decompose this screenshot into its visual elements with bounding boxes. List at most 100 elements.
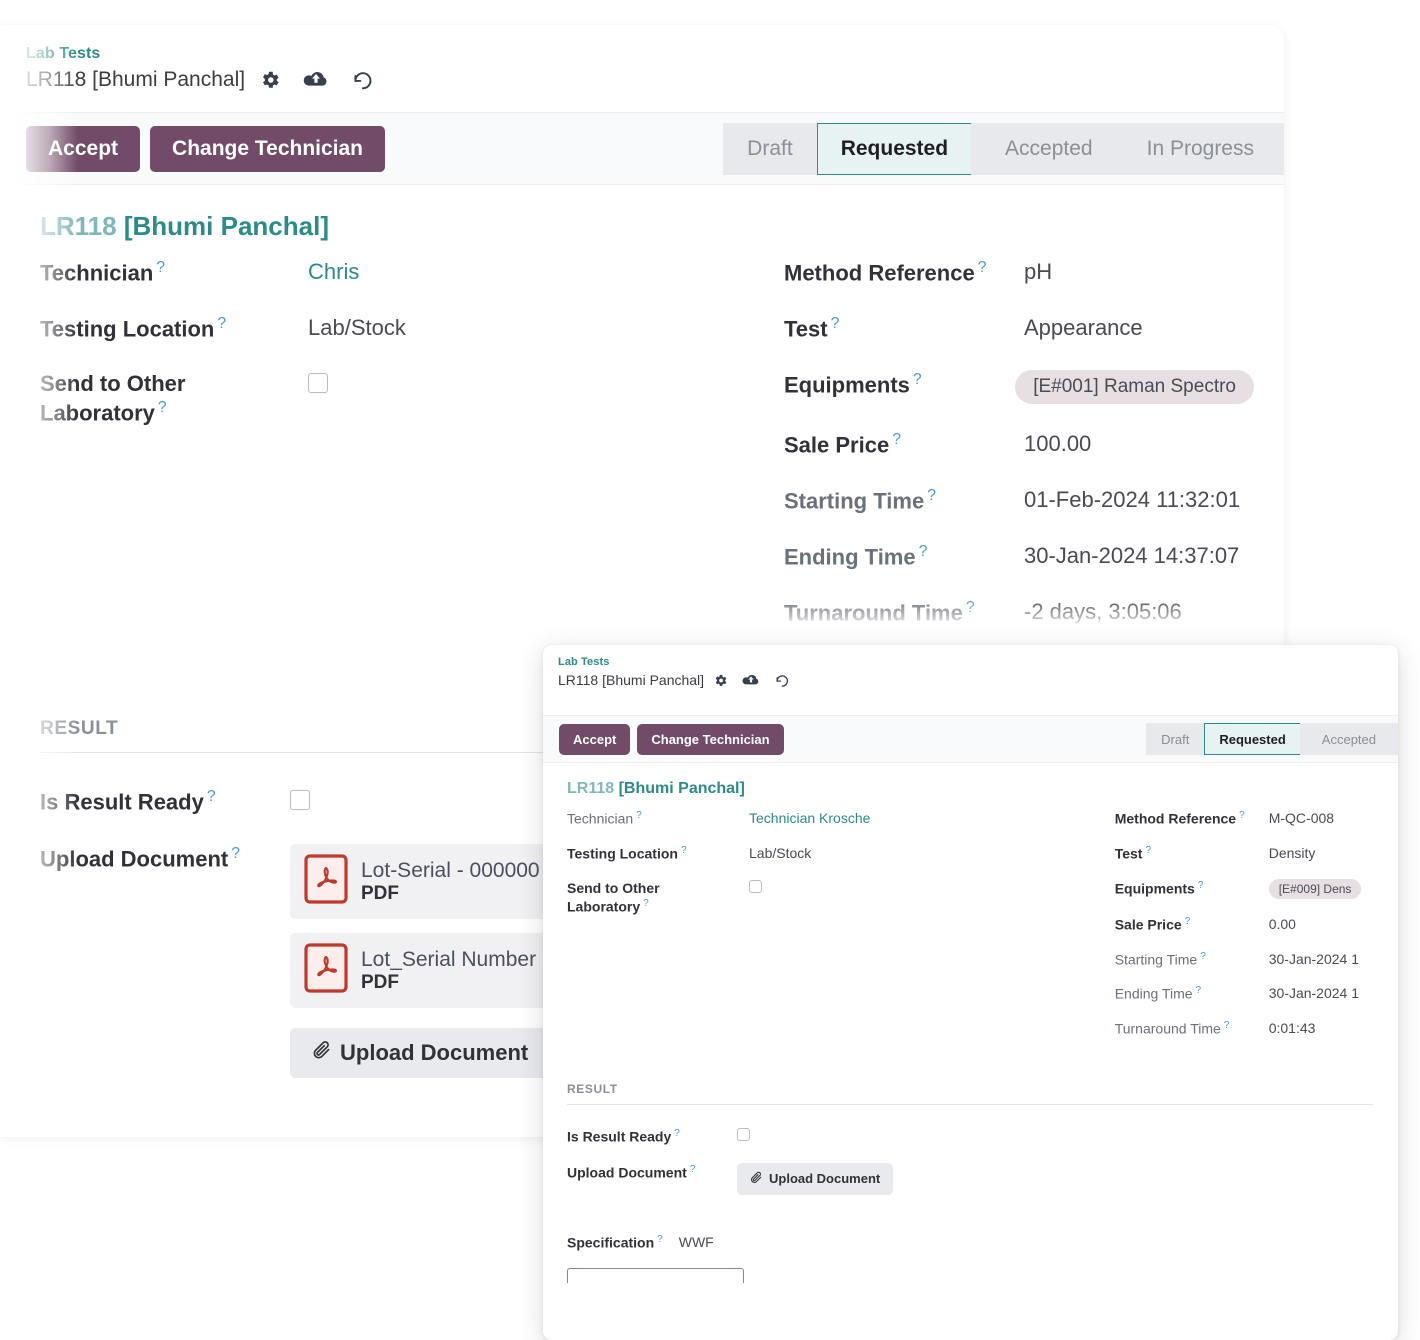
undo-icon[interactable] — [774, 673, 790, 688]
record-action-icons — [713, 673, 790, 688]
field-sale-price: Sale Price? 100.00 — [784, 430, 1254, 460]
send-to-other-laboratory-checkbox[interactable] — [749, 879, 762, 893]
field-ending-time-label: Ending Time? — [1114, 985, 1202, 1003]
stage-draft[interactable]: Draft — [1146, 723, 1205, 755]
help-icon[interactable]: ? — [913, 371, 922, 388]
field-is-result-ready-label: Is Result Ready? — [40, 787, 216, 814]
field-method-reference-value[interactable]: M-QC-008 — [1269, 809, 1334, 827]
field-testing-location-value[interactable]: Lab/Stock — [308, 314, 406, 343]
stage-accepted[interactable]: Accepted — [1299, 723, 1398, 755]
field-send-to-other-laboratory-label: Send to Other Laboratory? — [40, 370, 186, 426]
field-sale-price: Sale Price? 0.00 — [1115, 915, 1398, 934]
field-test-label: Test? — [784, 314, 840, 342]
field-method-reference-value[interactable]: pH — [1024, 258, 1052, 287]
field-sale-price-value[interactable]: 0.00 — [1269, 915, 1296, 933]
breadcrumb-bar: Lab Tests LR118 [Bhumi Panchal] — [0, 25, 1284, 113]
field-test-value[interactable]: Density — [1269, 844, 1316, 862]
field-send-to-other-laboratory-label: Send to Other Laboratory? — [567, 879, 660, 915]
page-title-code: LR118 — [567, 780, 615, 797]
help-icon[interactable]: ? — [927, 487, 936, 504]
field-test-value[interactable]: Appearance — [1024, 314, 1143, 343]
field-sale-price-value[interactable]: 100.00 — [1024, 430, 1091, 459]
help-icon[interactable]: ? — [207, 788, 216, 805]
result-section-body: Is Result Ready? Upload Document? Upload… — [567, 1127, 1398, 1283]
help-icon[interactable]: ? — [1224, 1020, 1230, 1031]
breadcrumb-record: LR118 [Bhumi Panchal] — [558, 672, 705, 688]
help-icon[interactable]: ? — [681, 845, 687, 856]
stage-requested[interactable]: Requested — [1204, 723, 1300, 755]
help-icon[interactable]: ? — [1198, 880, 1204, 891]
cloud-upload-icon[interactable] — [303, 69, 329, 91]
field-equipments-label: Equipments? — [1114, 879, 1204, 897]
attachment-type: PDF — [361, 883, 399, 905]
help-icon[interactable]: ? — [919, 543, 928, 560]
is-result-ready-checkbox[interactable] — [737, 1128, 750, 1142]
specification-input-partial[interactable] — [567, 1267, 744, 1283]
field-ending-time: Ending Time? 30-Jan-2024 14:37:07 — [784, 542, 1254, 572]
field-upload-document-label: Upload Document? — [567, 1163, 696, 1181]
field-testing-location-label: Testing Location? — [40, 314, 227, 342]
field-starting-time-value: 01-Feb-2024 11:32:01 — [1024, 486, 1241, 512]
help-icon[interactable]: ? — [1200, 951, 1206, 962]
send-to-other-laboratory-checkbox[interactable] — [308, 372, 328, 393]
field-turnaround-time-value: 0:01:43 — [1268, 1020, 1316, 1037]
breadcrumb-parent[interactable]: Lab Tests — [558, 655, 1398, 670]
help-icon[interactable]: ? — [156, 259, 165, 276]
field-turnaround-time-label: Turnaround Time? — [784, 598, 975, 625]
attachment-name: Lot_Serial Number — [361, 947, 537, 971]
stage-draft[interactable]: Draft — [723, 122, 817, 175]
stage-requested[interactable]: Requested — [816, 122, 972, 175]
help-icon[interactable]: ? — [690, 1164, 696, 1175]
stage-in-progress[interactable]: In Progress — [1116, 122, 1284, 175]
change-technician-button[interactable]: Change Technician — [150, 125, 386, 172]
help-icon[interactable]: ? — [892, 431, 901, 448]
help-icon[interactable]: ? — [1185, 916, 1191, 927]
statusbar: Draft Requested Accepted In Progress — [723, 122, 1284, 175]
form-columns: Technician? Chris Testing Location? Lab/… — [40, 258, 1254, 654]
help-icon[interactable]: ? — [636, 810, 642, 821]
is-result-ready-checkbox[interactable] — [290, 789, 310, 810]
help-icon[interactable]: ? — [1145, 845, 1151, 856]
breadcrumb-parent[interactable]: Lab Tests — [26, 43, 1284, 65]
gear-icon[interactable] — [259, 69, 281, 91]
form-columns: Technician? Technician Krosche Testing L… — [567, 809, 1398, 1054]
field-equipments: Equipments? [E#009] Dens — [1114, 878, 1398, 899]
paperclip-icon — [312, 1040, 332, 1066]
stage-accepted[interactable]: Accepted — [971, 122, 1117, 175]
equipment-tag[interactable]: [E#001] Raman Spectro — [1015, 369, 1254, 404]
field-starting-time-label: Starting Time? — [1114, 950, 1206, 968]
accept-button[interactable]: Accept — [559, 723, 631, 755]
help-icon[interactable]: ? — [158, 399, 167, 416]
gear-icon[interactable] — [713, 673, 728, 688]
help-icon[interactable]: ? — [643, 898, 649, 909]
help-icon[interactable]: ? — [217, 315, 226, 332]
help-icon[interactable]: ? — [1239, 810, 1245, 821]
record-action-icons — [259, 69, 374, 91]
help-icon[interactable]: ? — [231, 845, 240, 862]
field-ending-time-value: 30-Jan-2024 14:37:07 — [1024, 542, 1240, 568]
attachment-info: Lot-Serial - 000000 PDF — [361, 859, 540, 905]
change-technician-button[interactable]: Change Technician — [637, 723, 784, 755]
field-sale-price-label: Sale Price? — [1114, 915, 1191, 933]
help-icon[interactable]: ? — [966, 599, 975, 616]
undo-icon[interactable] — [351, 69, 374, 91]
help-icon[interactable]: ? — [978, 259, 987, 276]
upload-document-button[interactable]: Upload Document — [737, 1162, 894, 1195]
help-icon[interactable]: ? — [657, 1234, 663, 1245]
page-title-name: [Bhumi Panchal] — [123, 211, 329, 241]
equipment-tag[interactable]: [E#009] Dens — [1268, 878, 1362, 899]
cloud-upload-icon[interactable] — [742, 673, 760, 688]
help-icon[interactable]: ? — [674, 1128, 680, 1139]
help-icon[interactable]: ? — [1196, 985, 1202, 996]
field-testing-location-value[interactable]: Lab/Stock — [749, 844, 811, 862]
field-turnaround-time: Turnaround Time? -2 days, 3:05:06 — [784, 598, 1254, 628]
breadcrumb-record: LR118 [Bhumi Panchal] — [26, 68, 246, 91]
field-method-reference-label: Method Reference? — [784, 259, 987, 286]
help-icon[interactable]: ? — [831, 315, 840, 332]
accept-button[interactable]: Accept — [26, 125, 141, 172]
field-technician-value[interactable]: Chris — [308, 258, 359, 287]
field-specification-value[interactable]: WWF — [679, 1233, 714, 1251]
field-technician-value[interactable]: Technician Krosche — [749, 809, 870, 827]
field-ending-time-label: Ending Time? — [784, 542, 928, 570]
upload-document-button[interactable]: Upload Document — [290, 1028, 551, 1079]
